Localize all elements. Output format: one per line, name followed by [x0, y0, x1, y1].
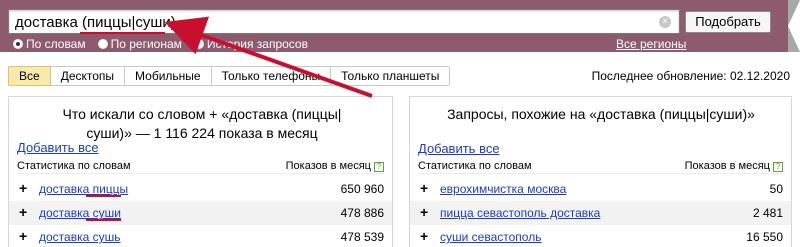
table-row: + пицца севастополь доставка 2 481 [410, 201, 791, 225]
col-count-label: Показов в месяц [285, 160, 371, 172]
phrase-link[interactable]: доставка суши [39, 206, 121, 220]
add-icon[interactable]: + [19, 180, 27, 196]
panel-title: Что искали со словом + «доставка (пиццы|… [17, 105, 387, 143]
count-value: 2 481 [752, 206, 783, 220]
add-icon[interactable]: + [19, 204, 27, 220]
phrase-link[interactable]: суши севастополь [440, 230, 541, 244]
title-line: Что искали со словом + «доставка (пиццы| [62, 106, 342, 122]
count-value: 50 [769, 182, 783, 196]
radio-icon[interactable] [97, 39, 108, 49]
radio-icon[interactable] [193, 39, 204, 49]
add-icon[interactable]: + [420, 228, 428, 244]
add-icon[interactable]: + [420, 204, 428, 220]
table-row: + доставка сушь 478 539 [9, 225, 392, 247]
count-value: 478 539 [340, 230, 384, 244]
add-all-link[interactable]: Добавить все [418, 141, 500, 156]
table-row: + суши севастополь 16 550 [410, 225, 791, 247]
tab-all[interactable]: Все [8, 66, 51, 86]
phrase-link[interactable]: доставка сушь [39, 230, 121, 244]
mode-label: По словам [26, 37, 86, 51]
col-count: Показов в месяц? [685, 160, 783, 172]
mode-label: История запросов [206, 37, 308, 51]
mode-label: По регионам [110, 37, 182, 51]
mode-history[interactable]: История запросов [193, 37, 308, 51]
panel-title: Запросы, похожие на «доставка (пиццы|суш… [447, 106, 755, 122]
left-panel: Что искали со словом + «доставка (пиццы|… [8, 96, 393, 247]
last-update: Последнее обновление: 02.12.2020 [591, 69, 790, 83]
table-row: + еврохимчистка москва 50 [410, 177, 791, 201]
tab-desktops[interactable]: Десктопы [50, 66, 126, 86]
col-count-label: Показов в месяц [684, 160, 770, 172]
tab-phones-only[interactable]: Только телефоны [211, 66, 332, 86]
count-value: 16 550 [746, 230, 783, 244]
column-header: Статистика по словам Показов в месяц? [418, 160, 783, 174]
phrase-link[interactable]: еврохимчистка москва [440, 182, 566, 196]
add-all-link[interactable]: Добавить все [17, 140, 99, 155]
device-tabs: Все Десктопы Мобильные Только телефоны Т… [8, 66, 451, 86]
radio-icon[interactable] [13, 39, 23, 49]
add-icon[interactable]: + [420, 180, 428, 196]
table-row: + доставка суши 478 886 [9, 201, 392, 225]
search-field[interactable]: × [8, 9, 680, 34]
right-panel: Запросы, похожие на «доставка (пиццы|суш… [409, 96, 792, 247]
count-value: 478 886 [340, 206, 384, 220]
phrase-link[interactable]: доставка пиццы [39, 182, 128, 196]
count-value: 650 960 [340, 182, 384, 196]
col-words: Статистика по словам [418, 160, 532, 172]
submit-button[interactable]: Подобрать [685, 11, 771, 33]
mode-by-words[interactable]: По словам [13, 37, 86, 51]
search-mode-group: По словам По регионам История запросов [13, 37, 308, 51]
help-icon[interactable]: ? [773, 162, 783, 172]
tab-tablets-only[interactable]: Только планшеты [331, 66, 451, 86]
col-words: Статистика по словам [17, 160, 131, 172]
col-count: Показов в месяц? [286, 160, 384, 172]
tab-mobile[interactable]: Мобильные [125, 66, 212, 86]
help-icon[interactable]: ? [374, 162, 384, 172]
table-row: + доставка пиццы 650 960 [9, 177, 392, 201]
mode-by-regions[interactable]: По регионам [97, 37, 182, 51]
column-header: Статистика по словам Показов в месяц? [17, 160, 384, 174]
phrase-link[interactable]: пицца севастополь доставка [440, 206, 600, 220]
all-regions-link[interactable]: Все регионы [616, 37, 686, 51]
add-icon[interactable]: + [19, 228, 27, 244]
clear-icon[interactable]: × [659, 16, 671, 28]
search-input[interactable] [15, 13, 655, 31]
